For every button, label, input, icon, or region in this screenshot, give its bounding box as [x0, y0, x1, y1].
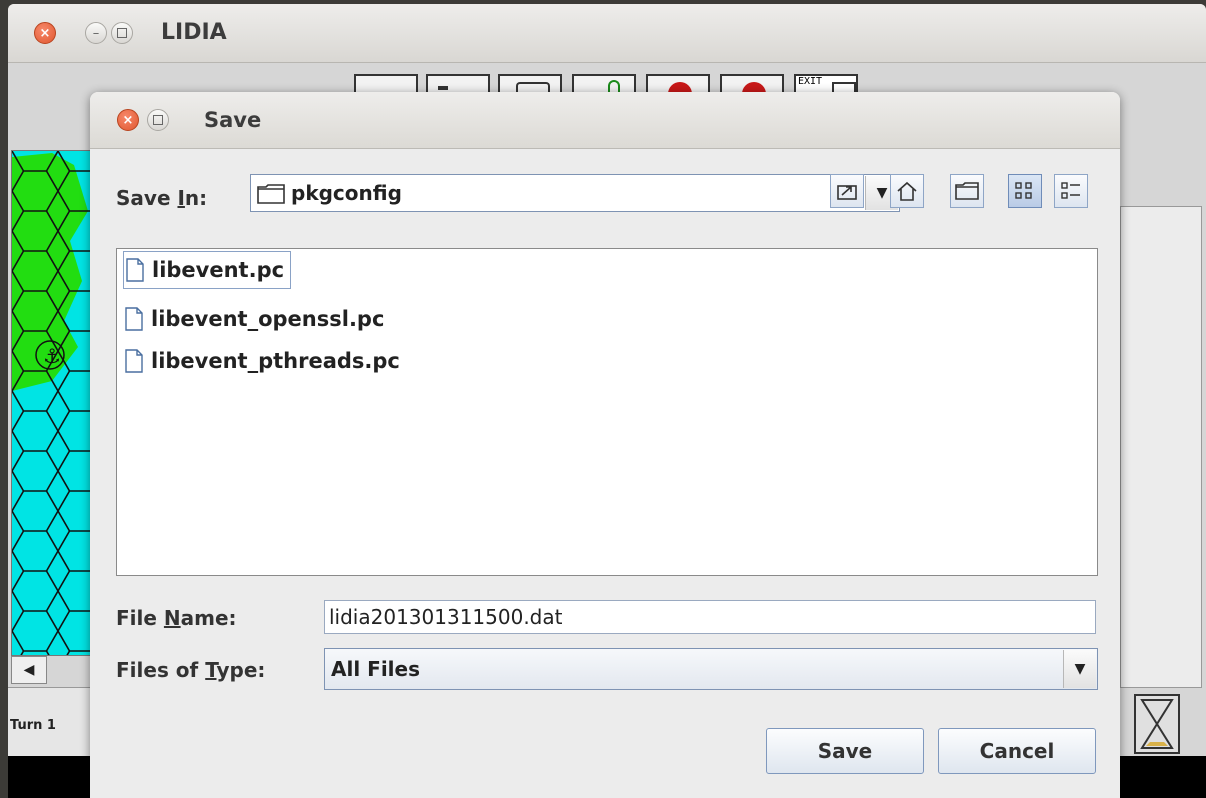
file-name: libevent.pc: [152, 258, 285, 282]
home-button[interactable]: [890, 174, 924, 208]
maximize-window-button[interactable]: [111, 22, 133, 44]
file-type-label: Files of Type:: [116, 658, 265, 682]
chevron-down-icon: ▼: [876, 185, 888, 201]
file-icon: [125, 307, 143, 331]
map-scroll-left-button[interactable]: ◀: [11, 656, 47, 684]
file-type-label-post: ype:: [216, 658, 266, 682]
toolbar-button-6[interactable]: [720, 74, 784, 106]
toolbar-button-4[interactable]: [572, 74, 636, 96]
file-type-value: All Files: [331, 657, 420, 681]
file-type-dropdown-button[interactable]: ▼: [1063, 650, 1096, 688]
maximize-icon: [117, 28, 127, 38]
close-icon: ×: [39, 25, 51, 41]
arrow-left-icon: ◀: [23, 662, 35, 678]
file-name: libevent_pthreads.pc: [151, 349, 400, 373]
home-icon: [897, 181, 917, 201]
status-bar: Turn 1: [8, 687, 98, 758]
save-in-label-mnemonic: I: [177, 186, 185, 210]
file-name-label: File Name:: [116, 606, 237, 630]
exit-label: EXIT: [798, 76, 823, 87]
toolbar-button-2[interactable]: [426, 74, 490, 94]
up-one-level-icon: [837, 185, 857, 200]
file-name-field[interactable]: lidia201301311500.dat: [324, 600, 1096, 634]
save-button[interactable]: Save: [766, 728, 924, 774]
minimize-window-button[interactable]: –: [85, 22, 107, 44]
game-toolbar: EXIT: [354, 74, 864, 106]
close-window-button[interactable]: ×: [34, 22, 56, 44]
details-view-button[interactable]: [1054, 174, 1088, 208]
end-turn-button[interactable]: [1134, 694, 1180, 754]
file-type-label-pre: Files of: [116, 658, 206, 682]
close-icon: ×: [122, 112, 134, 128]
file-name-label-post: ame:: [180, 606, 237, 630]
turn-label: Turn 1: [10, 718, 56, 733]
file-icon: [125, 349, 143, 373]
new-folder-button[interactable]: [950, 174, 984, 208]
save-in-label-post: n:: [184, 186, 208, 210]
save-in-label-pre: Save: [116, 186, 178, 210]
file-type-label-mnemonic: T: [205, 658, 217, 682]
maximize-icon: [153, 115, 163, 125]
hex-map-graphic: ⚓: [12, 151, 92, 655]
info-panel: [1120, 206, 1202, 688]
main-titlebar[interactable]: × – LIDIA: [8, 4, 1206, 63]
file-name: libevent_openssl.pc: [151, 307, 385, 331]
dialog-titlebar[interactable]: × Save: [90, 92, 1120, 149]
file-type-combo[interactable]: All Files ▼: [324, 648, 1098, 690]
minimize-icon: –: [92, 25, 100, 41]
hourglass-icon: [1140, 699, 1174, 749]
list-view-button[interactable]: [1008, 174, 1042, 208]
details-view-icon: [1061, 182, 1080, 199]
toolbar-icon-2: [438, 86, 448, 90]
file-list[interactable]: libevent.pc libevent_openssl.pc libevent…: [116, 248, 1098, 576]
up-one-level-button[interactable]: [830, 174, 864, 208]
folder-icon: [257, 184, 285, 204]
chevron-down-icon: ▼: [1074, 661, 1086, 677]
file-item[interactable]: libevent_openssl.pc: [123, 301, 390, 337]
save-dialog: × Save Save In: pkgconfig ▼ libevent.pc …: [90, 92, 1120, 798]
file-name-value: lidia201301311500.dat: [329, 605, 563, 629]
dialog-maximize-button[interactable]: [147, 109, 169, 131]
save-in-label: Save In:: [116, 186, 207, 210]
file-item[interactable]: libevent_pthreads.pc: [123, 343, 406, 379]
toolbar-button-5[interactable]: [646, 74, 710, 106]
dialog-title: Save: [204, 108, 262, 132]
file-name-label-pre: File: [116, 606, 164, 630]
save-in-combo[interactable]: pkgconfig ▼: [250, 174, 900, 212]
svg-text:⚓: ⚓: [43, 344, 61, 368]
hex-map[interactable]: ⚓: [11, 150, 93, 656]
file-icon: [126, 258, 144, 282]
toolbar-button-3[interactable]: [498, 74, 562, 96]
file-item[interactable]: libevent.pc: [123, 251, 292, 289]
file-name-label-mnemonic: N: [163, 606, 181, 630]
cancel-button[interactable]: Cancel: [938, 728, 1096, 774]
save-in-value: pkgconfig: [291, 181, 402, 205]
new-folder-icon: [955, 182, 979, 200]
toolbar-button-1[interactable]: [354, 74, 418, 94]
exit-button[interactable]: EXIT: [794, 74, 858, 96]
list-view-icon: [1015, 182, 1032, 199]
dialog-close-button[interactable]: ×: [117, 109, 139, 131]
window-title: LIDIA: [161, 20, 227, 45]
